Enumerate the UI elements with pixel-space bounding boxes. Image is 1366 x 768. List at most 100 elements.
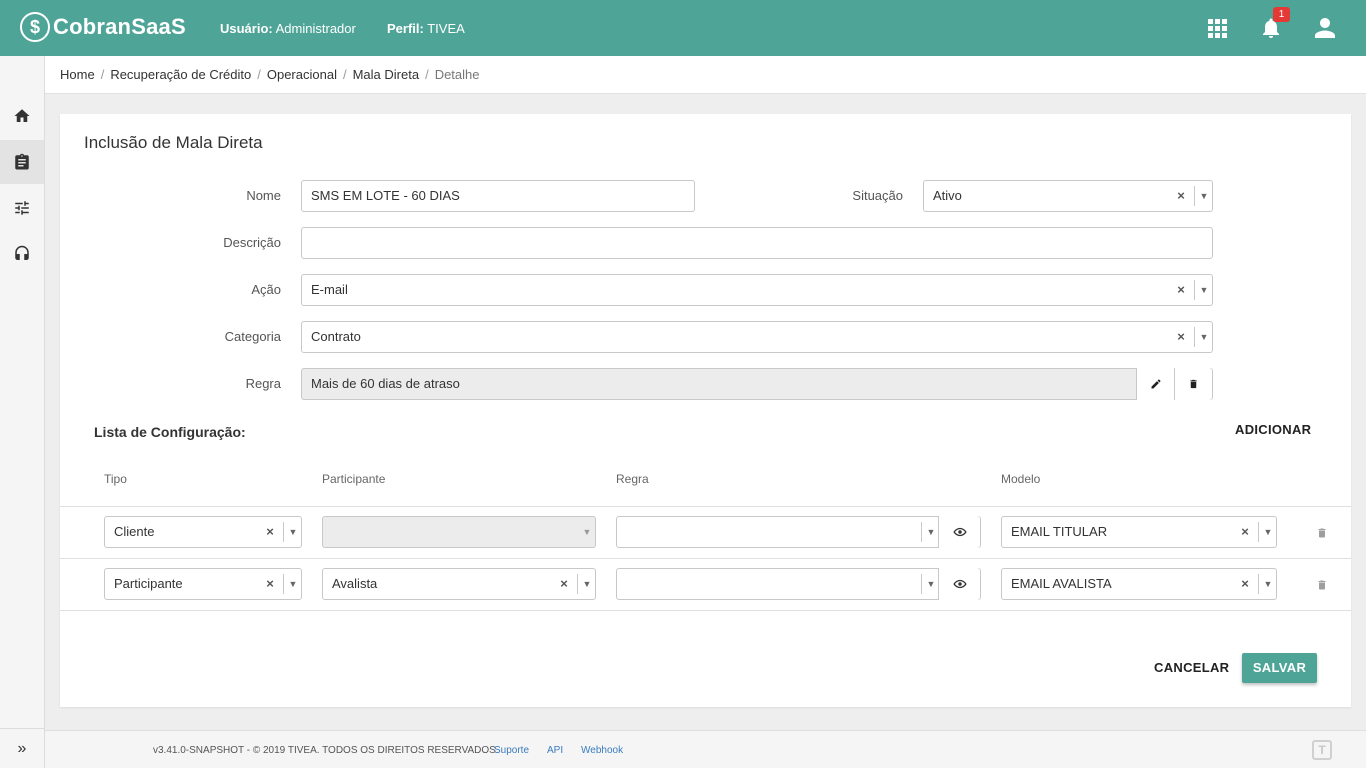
chevron-down-icon[interactable]: ▼ bbox=[923, 517, 939, 547]
categoria-select[interactable]: Contrato × ▼ bbox=[301, 321, 1213, 353]
descricao-input[interactable] bbox=[301, 227, 1213, 259]
eye-icon bbox=[952, 579, 967, 589]
column-header-modelo: Modelo bbox=[1001, 472, 1041, 486]
sidebar-item-support[interactable] bbox=[0, 232, 44, 276]
chevron-down-icon[interactable]: ▼ bbox=[579, 569, 595, 599]
app-logo[interactable]: $ CobranSaaS bbox=[20, 12, 186, 42]
chevron-down-icon[interactable]: ▼ bbox=[285, 569, 301, 599]
view-regra-button[interactable] bbox=[938, 516, 980, 548]
chevron-down-icon[interactable]: ▼ bbox=[1196, 275, 1212, 305]
table-divider bbox=[60, 506, 1351, 507]
user-account-icon[interactable] bbox=[1313, 16, 1337, 40]
clear-icon[interactable]: × bbox=[1236, 517, 1254, 547]
chevron-down-icon[interactable]: ▼ bbox=[1260, 517, 1276, 547]
clear-icon[interactable]: × bbox=[261, 517, 279, 547]
breadcrumb-operacional[interactable]: Operacional bbox=[267, 67, 337, 82]
profile-info: Perfil: TIVEA bbox=[387, 21, 465, 36]
home-icon bbox=[14, 109, 30, 122]
user-value: Administrador bbox=[275, 21, 356, 36]
select-divider bbox=[921, 522, 922, 542]
sidebar-item-operations[interactable] bbox=[0, 140, 44, 184]
clear-icon[interactable]: × bbox=[555, 569, 573, 599]
sliders-icon bbox=[15, 201, 29, 215]
regra-input: Mais de 60 dias de atraso bbox=[301, 368, 1213, 400]
tipo-select[interactable]: Participante × ▼ bbox=[104, 568, 302, 600]
regra-value: Mais de 60 dias de atraso bbox=[311, 376, 460, 391]
select-divider bbox=[283, 522, 284, 542]
breadcrumb-home[interactable]: Home bbox=[60, 67, 95, 82]
clear-icon[interactable]: × bbox=[1172, 181, 1190, 211]
chevron-down-icon[interactable]: ▼ bbox=[1260, 569, 1276, 599]
select-divider bbox=[1194, 186, 1195, 206]
sidebar: » bbox=[0, 56, 45, 768]
add-config-button[interactable]: ADICIONAR bbox=[1235, 422, 1311, 437]
select-divider bbox=[283, 574, 284, 594]
chevron-down-icon[interactable]: ▼ bbox=[1196, 322, 1212, 352]
select-divider bbox=[1194, 327, 1195, 347]
situacao-value: Ativo bbox=[933, 188, 962, 203]
situacao-label: Situação bbox=[852, 188, 903, 203]
select-divider bbox=[1258, 522, 1259, 542]
double-chevron-right-icon: » bbox=[17, 739, 27, 757]
modelo-select[interactable]: EMAIL AVALISTA × ▼ bbox=[1001, 568, 1277, 600]
tipo-select[interactable]: Cliente × ▼ bbox=[104, 516, 302, 548]
chevron-down-icon[interactable]: ▼ bbox=[923, 569, 939, 599]
column-header-regra: Regra bbox=[616, 472, 649, 486]
categoria-value: Contrato bbox=[311, 329, 361, 344]
situacao-select[interactable]: Ativo × ▼ bbox=[923, 180, 1213, 212]
delete-row-button[interactable] bbox=[1316, 578, 1328, 592]
trash-icon bbox=[1318, 580, 1326, 590]
eye-icon bbox=[952, 527, 967, 537]
regra-select[interactable]: ▼ bbox=[616, 568, 981, 600]
breadcrumb-mala-direta[interactable]: Mala Direta bbox=[353, 67, 419, 82]
nome-label: Nome bbox=[246, 188, 281, 203]
cancel-button[interactable]: CANCELAR bbox=[1154, 660, 1229, 675]
chevron-down-icon[interactable]: ▼ bbox=[285, 517, 301, 547]
footer-link-suporte[interactable]: Suporte bbox=[494, 745, 529, 756]
breadcrumb-separator: / bbox=[100, 67, 105, 82]
page-title: Inclusão de Mala Direta bbox=[84, 133, 263, 152]
column-header-tipo: Tipo bbox=[104, 472, 127, 486]
categoria-label: Categoria bbox=[224, 329, 281, 344]
delete-regra-button[interactable] bbox=[1174, 368, 1212, 400]
modelo-select[interactable]: EMAIL TITULAR × ▼ bbox=[1001, 516, 1277, 548]
acao-select[interactable]: E-mail × ▼ bbox=[301, 274, 1213, 306]
breadcrumb-separator: / bbox=[257, 67, 261, 82]
sidebar-expand-button[interactable]: » bbox=[0, 728, 44, 768]
tipo-value: Cliente bbox=[114, 524, 155, 539]
modelo-value: EMAIL AVALISTA bbox=[1011, 576, 1112, 591]
sidebar-item-settings[interactable] bbox=[0, 186, 44, 230]
clear-icon[interactable]: × bbox=[1236, 569, 1254, 599]
clear-icon[interactable]: × bbox=[1172, 275, 1190, 305]
breadcrumb-recuperacao[interactable]: Recuperação de Crédito bbox=[110, 67, 251, 82]
headset-icon bbox=[15, 245, 29, 260]
breadcrumb-separator: / bbox=[342, 67, 347, 82]
save-button[interactable]: SALVAR bbox=[1242, 653, 1317, 683]
footer-link-api[interactable]: API bbox=[547, 745, 563, 756]
chevron-down-icon[interactable]: ▼ bbox=[1196, 181, 1212, 211]
table-divider bbox=[60, 558, 1351, 559]
regra-select[interactable]: ▼ bbox=[616, 516, 981, 548]
footer: v3.41.0-SNAPSHOT - © 2019 TIVEA. TODOS O… bbox=[45, 730, 1366, 768]
breadcrumb-current: Detalhe bbox=[434, 67, 480, 82]
breadcrumb-separator: / bbox=[425, 67, 429, 82]
footer-link-webhook[interactable]: Webhook bbox=[581, 745, 623, 756]
clear-icon[interactable]: × bbox=[261, 569, 279, 599]
sidebar-item-home[interactable] bbox=[0, 94, 44, 138]
delete-row-button[interactable] bbox=[1316, 526, 1328, 540]
edit-regra-button[interactable] bbox=[1136, 368, 1174, 400]
breadcrumb: Home / Recuperação de Crédito / Operacional /… bbox=[45, 56, 1366, 94]
user-info: Usuário: Administrador bbox=[220, 21, 356, 36]
apps-grid-icon[interactable] bbox=[1205, 16, 1229, 40]
acao-label: Ação bbox=[251, 282, 281, 297]
trash-icon bbox=[1190, 379, 1197, 389]
top-bar: $ CobranSaaS Usuário: Administrador Perf… bbox=[0, 0, 1366, 56]
nome-input[interactable]: SMS EM LOTE - 60 DIAS bbox=[301, 180, 695, 212]
column-header-participante: Participante bbox=[322, 472, 386, 486]
clear-icon[interactable]: × bbox=[1172, 322, 1190, 352]
view-regra-button[interactable] bbox=[938, 568, 980, 600]
user-label: Usuário: bbox=[220, 21, 273, 36]
participante-select[interactable]: Avalista × ▼ bbox=[322, 568, 596, 600]
copyright-text: v3.41.0-SNAPSHOT - © 2019 TIVEA. TODOS O… bbox=[153, 745, 499, 756]
descricao-label: Descrição bbox=[223, 235, 281, 250]
